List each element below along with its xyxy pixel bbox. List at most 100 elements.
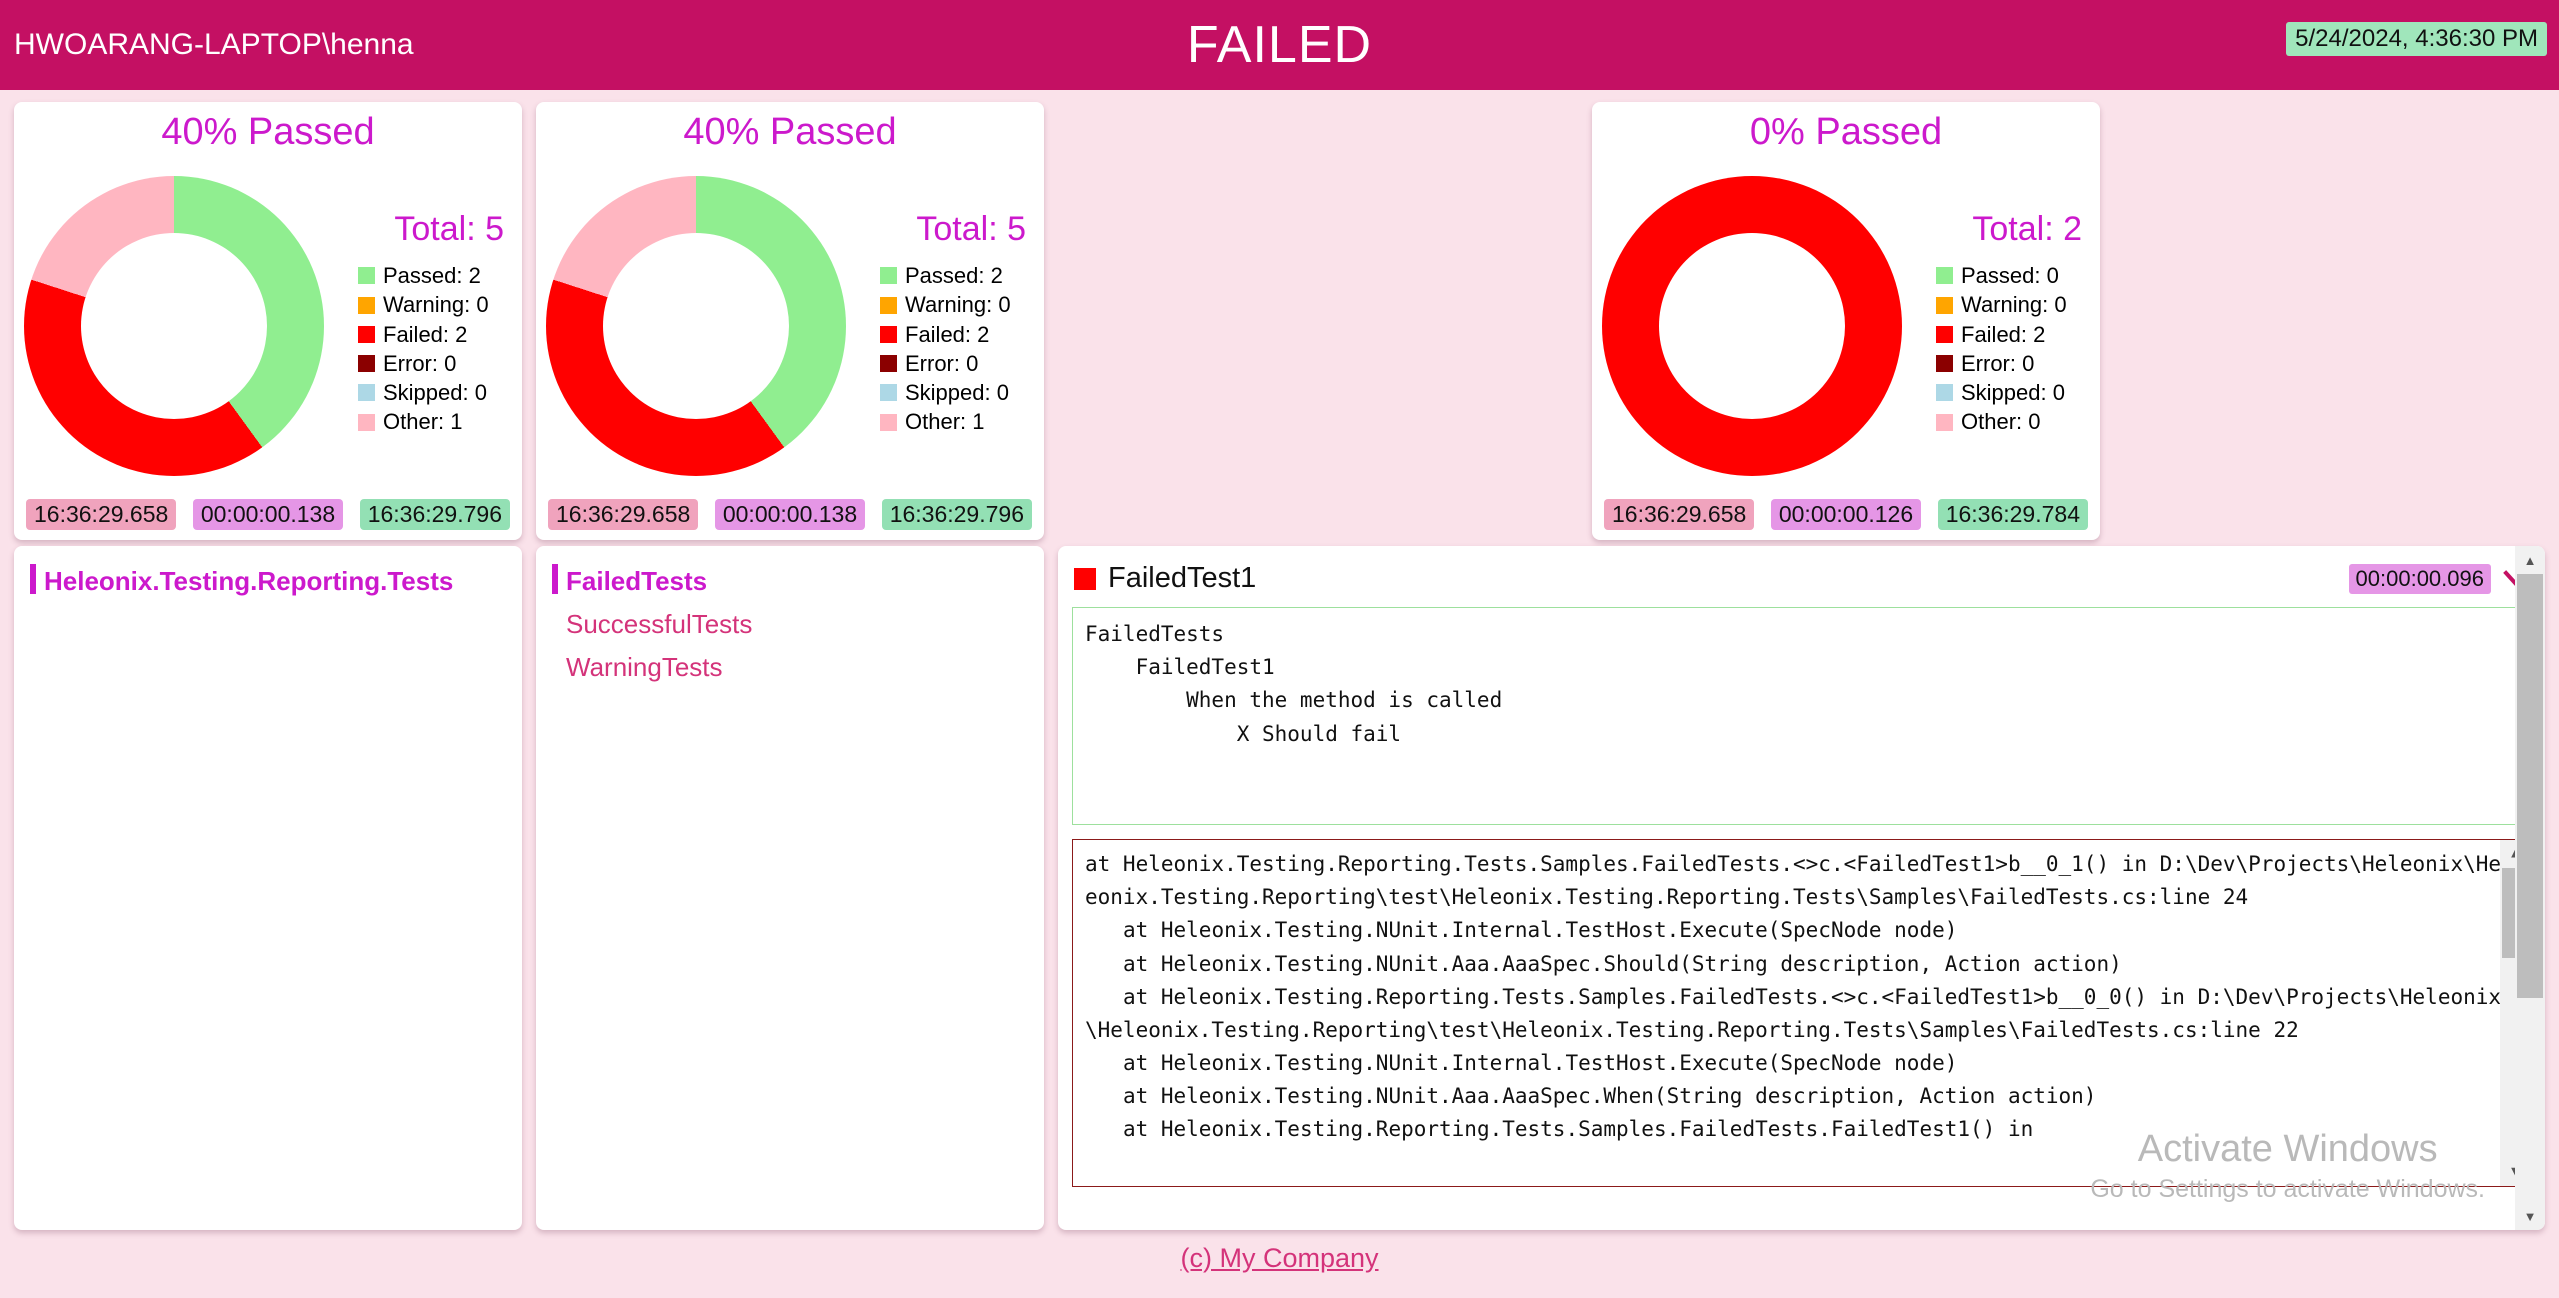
summary-chart-card-3: 0% Passed Total: 2 Passed: 0 Warning: 0 … (1592, 102, 2100, 540)
chart-duration: 00:00:00.138 (715, 499, 865, 530)
legend-item: Error: 0 (358, 349, 512, 378)
legend-item: Warning: 0 (1936, 290, 2090, 319)
app-header: HWOARANG-LAPTOP\henna FAILED 5/24/2024, … (0, 0, 2559, 90)
chart-footer-3: 16:36:29.658 00:00:00.126 16:36:29.784 (1602, 499, 2090, 530)
chart-total-1: Total: 5 (330, 210, 512, 249)
chart-side-2: Total: 5 Passed: 2 Warning: 0 Failed: 2 … (852, 210, 1034, 443)
donut-hole-2 (603, 233, 789, 419)
run-timestamp-badge: 5/24/2024, 4:36:30 PM (2286, 22, 2547, 56)
legend-swatch-failed (880, 326, 897, 343)
chart-body-2: Total: 5 Passed: 2 Warning: 0 Failed: 2 … (546, 154, 1034, 499)
chart-title-3: 0% Passed (1602, 112, 2090, 154)
legend-label: Passed: 0 (1961, 261, 2059, 290)
legend-item: Passed: 2 (880, 261, 1034, 290)
legend-label: Passed: 2 (905, 261, 1003, 290)
legend-item: Other: 1 (358, 407, 512, 436)
chart-side-1: Total: 5 Passed: 2 Warning: 0 Failed: 2 … (330, 210, 512, 443)
legend-label: Skipped: 0 (1961, 378, 2065, 407)
chart-duration: 00:00:00.138 (193, 499, 343, 530)
chart-start-time: 16:36:29.658 (548, 499, 698, 530)
test-case-name: FailedTest1 (1108, 562, 2337, 595)
legend-item: Failed: 2 (880, 320, 1034, 349)
legend-item: Skipped: 0 (880, 378, 1034, 407)
sidebar-item-namespace[interactable]: Heleonix.Testing.Reporting.Tests (30, 560, 506, 603)
legend-label: Warning: 0 (383, 290, 489, 319)
legend-item: Error: 0 (1936, 349, 2090, 378)
donut-chart-3 (1602, 176, 1902, 476)
chart-total-3: Total: 2 (1908, 210, 2090, 249)
fixtures-panel: FailedTests SuccessfulTests WarningTests (536, 546, 1044, 1230)
legend-label: Failed: 2 (905, 320, 989, 349)
legend-swatch-passed (880, 267, 897, 284)
main-content-row: Heleonix.Testing.Reporting.Tests FailedT… (0, 538, 2559, 1230)
test-details-panel: FailedTest1 00:00:00.096 FailedTests Fai… (1058, 546, 2545, 1230)
details-panel-scrollbar[interactable]: ▲ ▼ (2515, 546, 2545, 1230)
failed-status-icon (1074, 568, 1096, 590)
chart-legend-3: Passed: 0 Warning: 0 Failed: 2 Error: 0 … (1908, 261, 2090, 437)
legend-label: Failed: 2 (1961, 320, 2045, 349)
legend-label: Failed: 2 (383, 320, 467, 349)
legend-label: Warning: 0 (905, 290, 1011, 319)
legend-swatch-error (880, 355, 897, 372)
legend-swatch-passed (358, 267, 375, 284)
summary-chart-card-1: 40% Passed Total: 5 Passed: 2 Warning: 0… (14, 102, 522, 540)
scroll-down-icon[interactable]: ▼ (2515, 1202, 2545, 1230)
legend-item: Passed: 2 (358, 261, 512, 290)
legend-item: Warning: 0 (880, 290, 1034, 319)
sidebar-item-failed-tests[interactable]: FailedTests (552, 560, 1028, 603)
summary-chart-card-2: 40% Passed Total: 5 Passed: 2 Warning: 0… (536, 102, 1044, 540)
chart-legend-2: Passed: 2 Warning: 0 Failed: 2 Error: 0 … (852, 261, 1034, 437)
chart-end-time: 16:36:29.784 (1938, 499, 2088, 530)
legend-item: Skipped: 0 (358, 378, 512, 407)
sidebar-item-successful-tests[interactable]: SuccessfulTests (552, 603, 1028, 646)
namespaces-panel: Heleonix.Testing.Reporting.Tests (14, 546, 522, 1230)
legend-swatch-failed (358, 326, 375, 343)
legend-swatch-skipped (1936, 384, 1953, 401)
legend-swatch-skipped (880, 384, 897, 401)
chart-title-1: 40% Passed (24, 112, 512, 154)
chart-duration: 00:00:00.126 (1771, 499, 1921, 530)
legend-swatch-warning (1936, 297, 1953, 314)
legend-item: Passed: 0 (1936, 261, 2090, 290)
legend-swatch-warning (358, 297, 375, 314)
summary-charts-row: 40% Passed Total: 5 Passed: 2 Warning: 0… (0, 90, 2559, 538)
chart-total-2: Total: 5 (852, 210, 1034, 249)
sidebar-item-warning-tests[interactable]: WarningTests (552, 646, 1028, 689)
test-description-box: FailedTests FailedTest1 When the method … (1072, 607, 2531, 825)
chart-body-3: Total: 2 Passed: 0 Warning: 0 Failed: 2 … (1602, 154, 2090, 499)
chart-start-time: 16:36:29.658 (1604, 499, 1754, 530)
legend-swatch-error (358, 355, 375, 372)
legend-label: Skipped: 0 (383, 378, 487, 407)
legend-label: Other: 1 (905, 407, 984, 436)
chart-legend-1: Passed: 2 Warning: 0 Failed: 2 Error: 0 … (330, 261, 512, 437)
stack-trace-box[interactable]: at Heleonix.Testing.Reporting.Tests.Samp… (1072, 839, 2531, 1187)
chart-footer-2: 16:36:29.658 00:00:00.138 16:36:29.796 (546, 499, 1034, 530)
chart-title-2: 40% Passed (546, 112, 1034, 154)
company-link[interactable]: (c) My Company (1180, 1243, 1378, 1274)
legend-label: Passed: 2 (383, 261, 481, 290)
chart-body-1: Total: 5 Passed: 2 Warning: 0 Failed: 2 … (24, 154, 512, 499)
scrollbar-thumb[interactable] (2517, 574, 2543, 998)
donut-chart-1 (24, 176, 324, 476)
legend-swatch-other (1936, 414, 1953, 431)
legend-label: Error: 0 (905, 349, 978, 378)
legend-swatch-warning (880, 297, 897, 314)
donut-hole-1 (81, 233, 267, 419)
donut-chart-2 (546, 176, 846, 476)
charts-empty-slot (1058, 102, 1578, 540)
legend-item: Skipped: 0 (1936, 378, 2090, 407)
legend-label: Skipped: 0 (905, 378, 1009, 407)
legend-label: Other: 1 (383, 407, 462, 436)
legend-item: Warning: 0 (358, 290, 512, 319)
page-footer: (c) My Company (0, 1230, 2559, 1286)
legend-item: Error: 0 (880, 349, 1034, 378)
legend-swatch-other (358, 414, 375, 431)
legend-label: Error: 0 (383, 349, 456, 378)
scroll-up-icon[interactable]: ▲ (2515, 546, 2545, 574)
chart-side-3: Total: 2 Passed: 0 Warning: 0 Failed: 2 … (1908, 210, 2090, 443)
legend-label: Error: 0 (1961, 349, 2034, 378)
legend-item: Other: 0 (1936, 407, 2090, 436)
chart-end-time: 16:36:29.796 (882, 499, 1032, 530)
chart-start-time: 16:36:29.658 (26, 499, 176, 530)
legend-swatch-skipped (358, 384, 375, 401)
